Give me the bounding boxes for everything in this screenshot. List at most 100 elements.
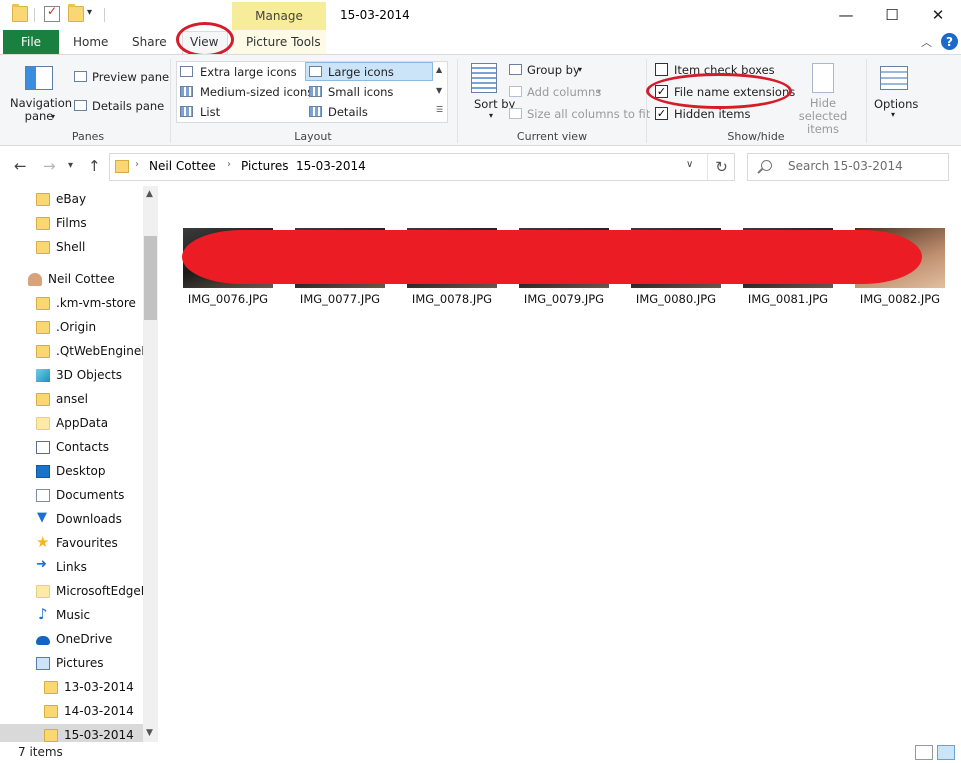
nav-item[interactable]: Favourites [0, 532, 143, 556]
tab-home[interactable]: Home [73, 35, 108, 49]
details-view-toggle-icon[interactable] [915, 745, 933, 760]
breadcrumb-separator-icon[interactable]: › [135, 159, 139, 170]
breadcrumb-neil-cottee[interactable]: Neil Cottee [149, 159, 216, 173]
gallery-scroll-up-icon[interactable]: ▲ [436, 65, 442, 74]
nav-item[interactable]: Links [0, 556, 143, 580]
tab-share[interactable]: Share [132, 35, 167, 49]
nav-item[interactable]: 3D Objects [0, 364, 143, 388]
layout-small-icons[interactable]: Small icons [328, 85, 393, 99]
tab-picture-tools[interactable]: Picture Tools [246, 35, 321, 49]
layout-large-icons[interactable]: Large icons [328, 65, 394, 79]
navigation-pane-icon[interactable] [25, 66, 53, 90]
nav-item[interactable]: Music [0, 604, 143, 628]
nav-item[interactable]: 13-03-2014 [0, 676, 143, 700]
nav-item-label: Shell [56, 240, 86, 254]
nav-item[interactable]: Shell [0, 236, 143, 260]
panes-group-label: Panes [71, 130, 105, 143]
preview-pane-button[interactable]: Preview pane [92, 70, 169, 84]
layout-details[interactable]: Details [328, 105, 368, 119]
folder-icon [44, 705, 58, 718]
chevron-down-icon[interactable]: ▾ [51, 112, 55, 121]
navigation-bar: ← → ▾ ↑ › Neil Cottee › Pictures › 15-03… [0, 146, 961, 186]
layout-medium-icons[interactable]: Medium-sized icons [200, 85, 313, 99]
nav-item[interactable]: Documents [0, 484, 143, 508]
file-name-label[interactable]: IMG_0078.JPG [402, 292, 502, 306]
nav-scrollbar[interactable]: ▲ ▼ [143, 186, 158, 742]
add-columns-button[interactable]: Add columns [527, 85, 601, 99]
maximize-button[interactable]: ☐ [869, 0, 915, 30]
gallery-expand-icon[interactable]: ☰ [436, 105, 443, 114]
file-name-label[interactable]: IMG_0081.JPG [738, 292, 838, 306]
forward-arrow-icon[interactable]: → [43, 157, 56, 175]
item-check-boxes-checkbox[interactable] [655, 63, 668, 76]
new-folder-icon[interactable] [68, 4, 84, 22]
file-name-label[interactable]: IMG_0079.JPG [514, 292, 614, 306]
up-arrow-icon[interactable]: ↑ [88, 157, 101, 175]
address-bar[interactable]: › Neil Cottee › Pictures › 15-03-2014 ∨ … [109, 153, 735, 181]
chevron-down-icon[interactable]: ▾ [578, 65, 582, 74]
file-name-label[interactable]: IMG_0077.JPG [290, 292, 390, 306]
scroll-down-icon[interactable]: ▼ [146, 728, 153, 738]
file-name-label[interactable]: IMG_0076.JPG [178, 292, 278, 306]
nav-item[interactable]: Downloads [0, 508, 143, 532]
close-button[interactable]: ✕ [915, 0, 961, 30]
nav-item[interactable]: Contacts [0, 436, 143, 460]
nav-scroll-thumb[interactable] [144, 236, 157, 320]
options-button[interactable]: Options [874, 97, 918, 111]
group-by-button[interactable]: Group by [527, 63, 580, 77]
large-icons-view-toggle-icon[interactable] [937, 745, 955, 760]
nav-item[interactable]: ansel [0, 388, 143, 412]
nav-item[interactable]: MicrosoftEdgeBa [0, 580, 156, 604]
nav-item[interactable]: Desktop [0, 460, 143, 484]
gallery-scroll-down-icon[interactable]: ▼ [436, 86, 442, 95]
nav-item[interactable]: .km-vm-store [0, 292, 143, 316]
small-icons-icon [309, 86, 322, 97]
minimize-button[interactable]: — [823, 0, 869, 30]
address-history-chevron-icon[interactable]: ∨ [686, 159, 693, 170]
customize-qat-chevron-icon[interactable]: ▾ [87, 7, 92, 18]
nav-item-label: .Origin [56, 320, 97, 334]
search-box[interactable]: Search 15-03-2014 [747, 153, 949, 181]
chevron-down-icon[interactable]: ▾ [597, 87, 601, 96]
nav-item[interactable]: Pictures [0, 652, 143, 676]
nav-item[interactable]: OneDrive [0, 628, 143, 652]
file-name-label[interactable]: IMG_0080.JPG [626, 292, 726, 306]
nav-item[interactable]: Films [0, 212, 143, 236]
nav-item[interactable]: .QtWebEnginePr [0, 340, 153, 364]
nav-item[interactable]: eBay [0, 188, 143, 212]
details-pane-button[interactable]: Details pane [92, 99, 164, 113]
search-placeholder[interactable]: Search 15-03-2014 [788, 159, 903, 173]
nav-item[interactable]: AppData [0, 412, 143, 436]
chevron-up-icon[interactable]: ︿ [921, 34, 932, 50]
tab-file[interactable]: File [3, 30, 59, 54]
properties-icon[interactable] [44, 4, 60, 22]
hidden-items-checkbox[interactable]: ✓ [655, 107, 668, 120]
navigation-pane-button[interactable]: Navigation pane [10, 97, 72, 123]
nav-item-label: ansel [56, 392, 88, 406]
chevron-down-icon[interactable]: ▾ [489, 111, 493, 120]
nav-item-label: 3D Objects [56, 368, 123, 382]
nav-item[interactable]: 15-03-2014 [0, 724, 143, 742]
scroll-up-icon[interactable]: ▲ [146, 189, 153, 199]
group-by-icon [509, 64, 522, 75]
help-icon[interactable]: ? [941, 33, 958, 50]
nav-item-label: AppData [56, 416, 109, 430]
hidden-items-label[interactable]: Hidden items [674, 107, 750, 121]
breadcrumb-15-03-2014[interactable]: 15-03-2014 [296, 159, 366, 173]
onedrive-icon [36, 636, 50, 645]
nav-item[interactable]: 14-03-2014 [0, 700, 143, 724]
chevron-down-icon[interactable]: ▾ [891, 110, 895, 119]
layout-extra-large-icons[interactable]: Extra large icons [200, 65, 297, 79]
file-name-label[interactable]: IMG_0082.JPG [850, 292, 950, 306]
size-all-columns-button[interactable]: Size all columns to fit [527, 107, 650, 121]
layout-list[interactable]: List [200, 105, 220, 119]
hide-selected-items-button[interactable]: Hide selected items [785, 97, 861, 136]
back-arrow-icon[interactable]: ← [14, 157, 27, 175]
nav-item[interactable]: Neil Cottee [0, 268, 143, 292]
breadcrumb-separator-icon[interactable]: › [227, 159, 231, 170]
breadcrumb-separator-icon[interactable]: › [282, 159, 286, 170]
refresh-icon[interactable]: ↻ [707, 154, 735, 180]
nav-item[interactable]: .Origin [0, 316, 143, 340]
recent-locations-chevron-icon[interactable]: ▾ [68, 160, 73, 171]
nav-item-label: Films [56, 216, 87, 230]
